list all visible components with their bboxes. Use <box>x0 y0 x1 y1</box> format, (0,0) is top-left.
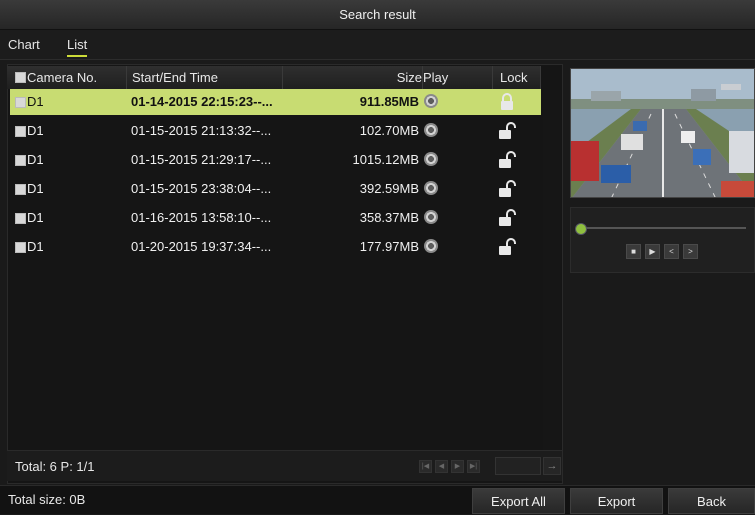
row-camera: D1 <box>27 210 44 225</box>
playback-controls: ■ ▶ < > <box>570 207 755 273</box>
column-header-size[interactable]: Size <box>283 66 423 89</box>
play-icon[interactable] <box>424 210 438 224</box>
table-row[interactable]: D1 01-15-2015 21:29:17--... 1015.12MB <box>10 147 541 173</box>
table-row[interactable]: D1 01-15-2015 23:38:04--... 392.59MB <box>10 176 541 202</box>
table-scrollbar[interactable] <box>543 90 561 480</box>
highway-thumbnail <box>571 69 754 197</box>
back-button[interactable]: Back <box>668 488 755 514</box>
play-icon[interactable] <box>424 152 438 166</box>
prev-page-icon[interactable]: ◀ <box>435 460 448 473</box>
total-size-label: Total size: 0B <box>8 492 86 507</box>
bottom-toolbar: Total size: 0B Export All Export Back <box>0 485 755 514</box>
play-icon[interactable]: ▶ <box>645 244 660 259</box>
play-icon[interactable] <box>424 123 438 137</box>
pagination-summary: Total: 6 P: 1/1 <box>15 459 95 474</box>
play-icon[interactable] <box>424 181 438 195</box>
row-camera: D1 <box>27 123 44 138</box>
tab-list[interactable]: List <box>67 37 88 57</box>
row-size: 358.37MB <box>359 210 419 225</box>
step-forward-icon[interactable]: > <box>683 244 698 259</box>
row-camera: D1 <box>27 239 44 254</box>
row-checkbox[interactable] <box>15 126 26 137</box>
lock-closed-icon[interactable] <box>498 93 516 111</box>
window-title: Search result <box>0 0 755 30</box>
row-checkbox[interactable] <box>15 155 26 166</box>
page-number-input[interactable] <box>495 457 541 475</box>
row-time: 01-15-2015 21:29:17--... <box>131 152 272 167</box>
column-header-time[interactable]: Start/End Time <box>127 66 283 89</box>
next-page-icon[interactable]: ▶ <box>451 460 464 473</box>
first-page-icon[interactable]: |◀ <box>419 460 432 473</box>
play-icon[interactable] <box>424 239 438 253</box>
row-time: 01-16-2015 13:58:10--... <box>131 210 272 225</box>
progress-track[interactable] <box>579 227 746 229</box>
column-header-lock[interactable]: Lock <box>493 66 541 89</box>
row-time: 01-15-2015 21:13:32--... <box>131 123 272 138</box>
stop-icon[interactable]: ■ <box>626 244 641 259</box>
row-size: 1015.12MB <box>352 152 420 167</box>
row-camera: D1 <box>27 181 44 196</box>
row-size: 177.97MB <box>359 239 419 254</box>
row-checkbox[interactable] <box>15 242 26 253</box>
row-size: 102.70MB <box>359 123 419 138</box>
progress-handle[interactable] <box>575 223 587 235</box>
table-footer: Total: 6 P: 1/1 |◀ ◀ ▶ ▶| → <box>7 450 562 481</box>
column-header-play[interactable]: Play <box>423 66 493 89</box>
lock-open-icon[interactable] <box>498 238 516 256</box>
row-camera: D1 <box>27 94 44 109</box>
play-icon[interactable] <box>424 94 438 108</box>
row-size: 911.85MB <box>359 94 419 109</box>
lock-open-icon[interactable] <box>498 122 516 140</box>
row-time: 01-15-2015 23:38:04--... <box>131 181 272 196</box>
lock-open-icon[interactable] <box>498 151 516 169</box>
view-tabs: Chart List <box>0 30 755 60</box>
row-time: 01-14-2015 22:15:23--... <box>131 94 273 109</box>
last-page-icon[interactable]: ▶| <box>467 460 480 473</box>
video-preview <box>570 68 755 198</box>
row-checkbox[interactable] <box>15 97 26 108</box>
row-size: 392.59MB <box>359 181 419 196</box>
lock-open-icon[interactable] <box>498 180 516 198</box>
step-back-icon[interactable]: < <box>664 244 679 259</box>
table-row[interactable]: D1 01-15-2015 21:13:32--... 102.70MB <box>10 118 541 144</box>
go-page-button[interactable]: → <box>543 457 561 475</box>
row-checkbox[interactable] <box>15 213 26 224</box>
select-all-checkbox[interactable] <box>15 72 26 83</box>
table-row[interactable]: D1 01-16-2015 13:58:10--... 358.37MB <box>10 205 541 231</box>
export-all-button[interactable]: Export All <box>472 488 565 514</box>
lock-open-icon[interactable] <box>498 209 516 227</box>
table-header: Camera No. Start/End Time Size Play Lock <box>7 66 541 89</box>
row-camera: D1 <box>27 152 44 167</box>
column-header-camera[interactable]: Camera No. <box>27 66 127 89</box>
row-time: 01-20-2015 19:37:34--... <box>131 239 272 254</box>
table-row[interactable]: D1 01-20-2015 19:37:34--... 177.97MB <box>10 234 541 260</box>
export-button[interactable]: Export <box>570 488 663 514</box>
row-checkbox[interactable] <box>15 184 26 195</box>
table-row[interactable]: D1 01-14-2015 22:15:23--... 911.85MB <box>10 89 541 115</box>
tab-chart[interactable]: Chart <box>8 37 40 52</box>
